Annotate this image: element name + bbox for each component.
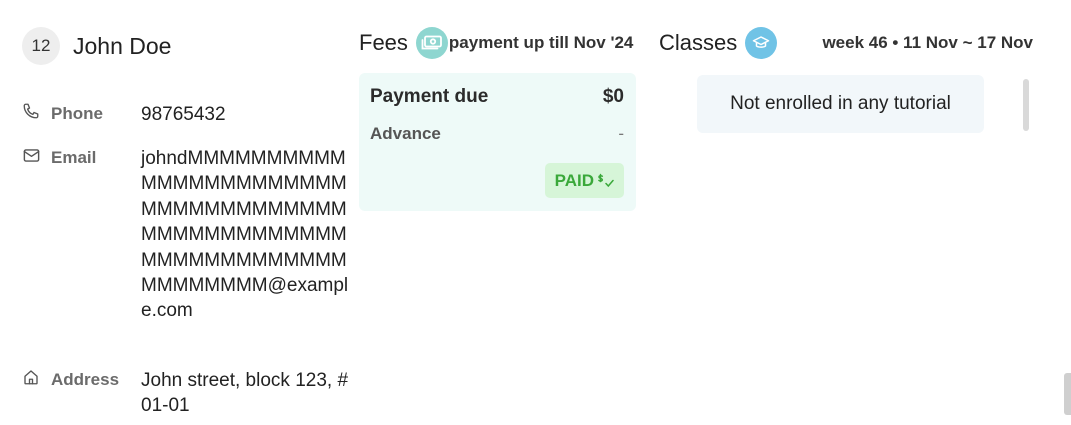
contact-panel: 12 John Doe Phone 98765432 Email johndMM… bbox=[22, 26, 357, 416]
paid-status-label: PAID bbox=[554, 170, 594, 190]
contact-index-badge: 12 bbox=[22, 27, 60, 65]
fees-panel: Fees payment up till Nov '24 Payment due… bbox=[359, 26, 637, 211]
contact-name: John Doe bbox=[73, 32, 172, 59]
class-empty-card: Not enrolled in any tutorial bbox=[697, 75, 984, 133]
fees-header: Fees payment up till Nov '24 bbox=[359, 26, 637, 60]
week-range: week 46 • 11 Nov ~ 17 Nov bbox=[822, 33, 1033, 52]
email-label: Email bbox=[51, 148, 97, 167]
classes-panel: Classes week 46 • 11 Nov ~ 17 Nov Not en… bbox=[659, 26, 1037, 133]
address-value: John street, block 123, #01-01 bbox=[141, 370, 349, 417]
mail-icon bbox=[22, 146, 42, 166]
email-value: johndMMMMMMMMMMMMMMMMMMMMMMMMMMMMMMMMMMM… bbox=[141, 148, 349, 322]
advance-row: Advance - bbox=[370, 124, 624, 144]
classes-title: Classes bbox=[659, 30, 738, 55]
paid-check-icon bbox=[598, 173, 614, 187]
fees-title: Fees bbox=[359, 30, 408, 55]
fees-card: Payment due $0 Advance - PAID bbox=[359, 73, 636, 211]
paid-status-badge: PAID bbox=[544, 163, 624, 198]
address-label: Address bbox=[51, 370, 120, 389]
payment-due-value: $0 bbox=[602, 86, 624, 107]
graduation-cap-icon bbox=[745, 27, 778, 59]
classes-scrollbar[interactable] bbox=[1023, 79, 1029, 131]
phone-label: Phone bbox=[51, 104, 103, 123]
phone-value: 98765432 bbox=[141, 104, 226, 125]
class-empty-message: Not enrolled in any tutorial bbox=[730, 93, 951, 114]
advance-value: - bbox=[618, 124, 624, 143]
phone-icon bbox=[22, 102, 42, 122]
payment-due-label: Payment due bbox=[370, 86, 489, 107]
fees-subtitle: payment up till Nov '24 bbox=[448, 33, 634, 52]
page-scrollbar[interactable] bbox=[1064, 373, 1071, 415]
payment-due-row: Payment due $0 bbox=[370, 86, 624, 108]
cash-icon bbox=[415, 27, 448, 59]
home-icon bbox=[22, 368, 42, 388]
advance-label: Advance bbox=[370, 124, 441, 143]
contact-header: 12 John Doe bbox=[22, 26, 357, 66]
